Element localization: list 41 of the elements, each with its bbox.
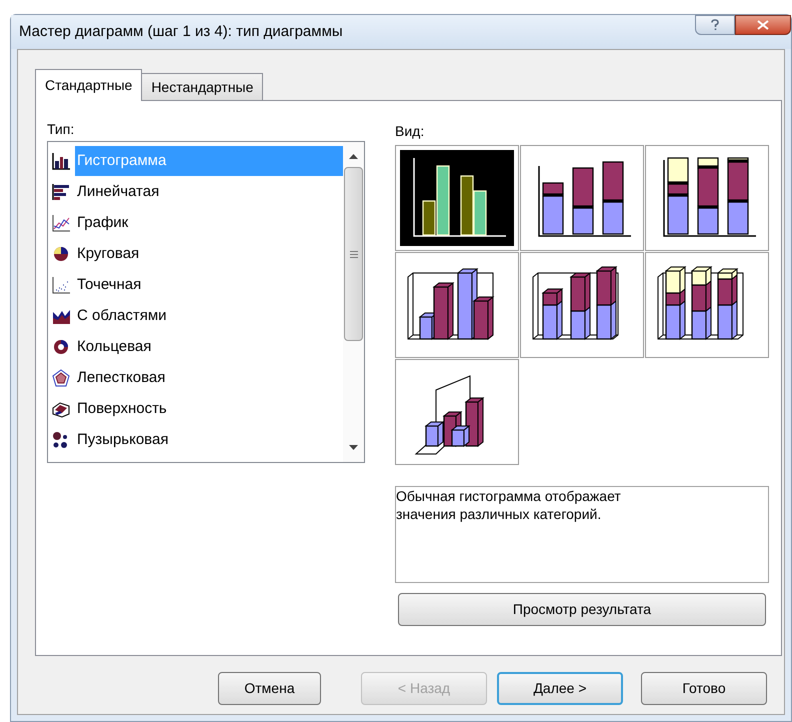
help-button[interactable] (695, 15, 735, 35)
clustered-chart-thumbnail[interactable] (395, 145, 519, 251)
percent3d-chart-thumbnail[interactable] (645, 252, 769, 358)
line-chart-icon (52, 212, 72, 232)
stacked-chart-thumbnail[interactable] (520, 145, 644, 251)
list-item[interactable]: Линейчатая (75, 176, 343, 206)
dialog-button[interactable]: Отмена (218, 672, 321, 705)
bar-chart-icon (52, 182, 72, 202)
close-icon (757, 20, 769, 30)
close-button[interactable] (735, 15, 791, 35)
list-item[interactable]: Кольцевая (75, 332, 343, 362)
type-label: Тип: (47, 120, 76, 139)
clustered3d-chart-thumbnail[interactable] (395, 252, 519, 358)
dialog-button[interactable]: Далее > (497, 672, 623, 705)
column-chart-icon (52, 150, 72, 170)
list-item[interactable]: Точечная (75, 270, 343, 300)
list-item[interactable]: Лепестковая (75, 362, 343, 392)
scroll-thumb[interactable] (344, 167, 363, 341)
window-title: Мастер диаграмм (шаг 1 из 4): тип диаграммы (19, 22, 343, 42)
list-item[interactable]: График (75, 208, 343, 238)
dialog-button[interactable]: Готово (641, 672, 767, 705)
list-item[interactable]: Поверхность (75, 394, 343, 424)
scroll-up-icon[interactable] (349, 154, 358, 159)
tab[interactable]: Стандартные (35, 69, 142, 101)
list-item[interactable]: Круговая (75, 238, 343, 268)
scatter-chart-icon (52, 274, 72, 294)
grip-icon (350, 250, 358, 258)
description-box: Обычная гистограмма отображает значения различных категорий. (395, 486, 769, 583)
preview-button[interactable]: Просмотр результата (398, 593, 766, 626)
list-item[interactable]: С областями (75, 300, 343, 330)
column3d-chart-thumbnail[interactable] (395, 359, 519, 465)
scrollbar[interactable] (343, 142, 364, 462)
help-icon (711, 19, 719, 31)
percent-chart-thumbnail[interactable] (645, 145, 769, 251)
stacked3d-chart-thumbnail[interactable] (520, 252, 644, 358)
scroll-down-icon[interactable] (349, 445, 358, 450)
view-label: Вид: (395, 122, 426, 141)
tab[interactable]: Нестандартные (142, 73, 264, 100)
type-list[interactable]: Гистограмма Линейчатая График Круговая Точечная С областями Кольцевая Лепестковая Поверхность Пузырьковая (47, 141, 365, 463)
list-item[interactable]: Пузырьковая (75, 424, 343, 454)
radar-chart-icon (52, 368, 72, 388)
